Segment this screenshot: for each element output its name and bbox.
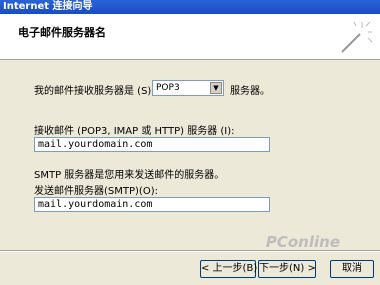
incoming-type-value: POP3 — [156, 83, 180, 93]
incoming-server-label: 接收邮件 (POP3, IMAP 或 HTTP) 服务器 (I): — [34, 126, 235, 137]
cancel-button[interactable]: 取消 — [330, 260, 374, 278]
wizard-wand-icon — [341, 21, 373, 53]
smtp-note: SMTP 服务器是您用来发送邮件的服务器。 — [34, 170, 225, 181]
incoming-server-input[interactable]: mail.yourdomain.com — [34, 137, 270, 152]
incoming-type-suffix: 服务器。 — [230, 86, 270, 97]
wizard-body: 我的邮件接收服务器是 (S) POP3 ▼ 服务器。 接收邮件 (POP3, I… — [0, 60, 380, 250]
incoming-type-label: 我的邮件接收服务器是 (S) — [34, 86, 152, 97]
outgoing-server-input[interactable]: mail.yourdomain.com — [34, 197, 270, 212]
page-title: 电子邮件服务器名 — [18, 26, 106, 39]
chevron-down-icon[interactable]: ▼ — [210, 82, 222, 94]
outgoing-server-label: 发送邮件服务器(SMTP)(O): — [34, 186, 158, 197]
back-button[interactable]: < 上一步(B) — [200, 260, 257, 278]
footer-divider — [0, 250, 380, 252]
incoming-type-select[interactable]: POP3 ▼ — [152, 80, 224, 96]
wizard-window: Internet 连接向导 电子邮件服务器名 我的邮件接收服务器是 (S) PO… — [0, 0, 380, 285]
watermark: PConline — [265, 233, 340, 251]
title-bar: Internet 连接向导 — [0, 0, 380, 14]
wizard-header: 电子邮件服务器名 — [0, 14, 380, 60]
next-button[interactable]: 下一步(N) > — [258, 260, 316, 278]
